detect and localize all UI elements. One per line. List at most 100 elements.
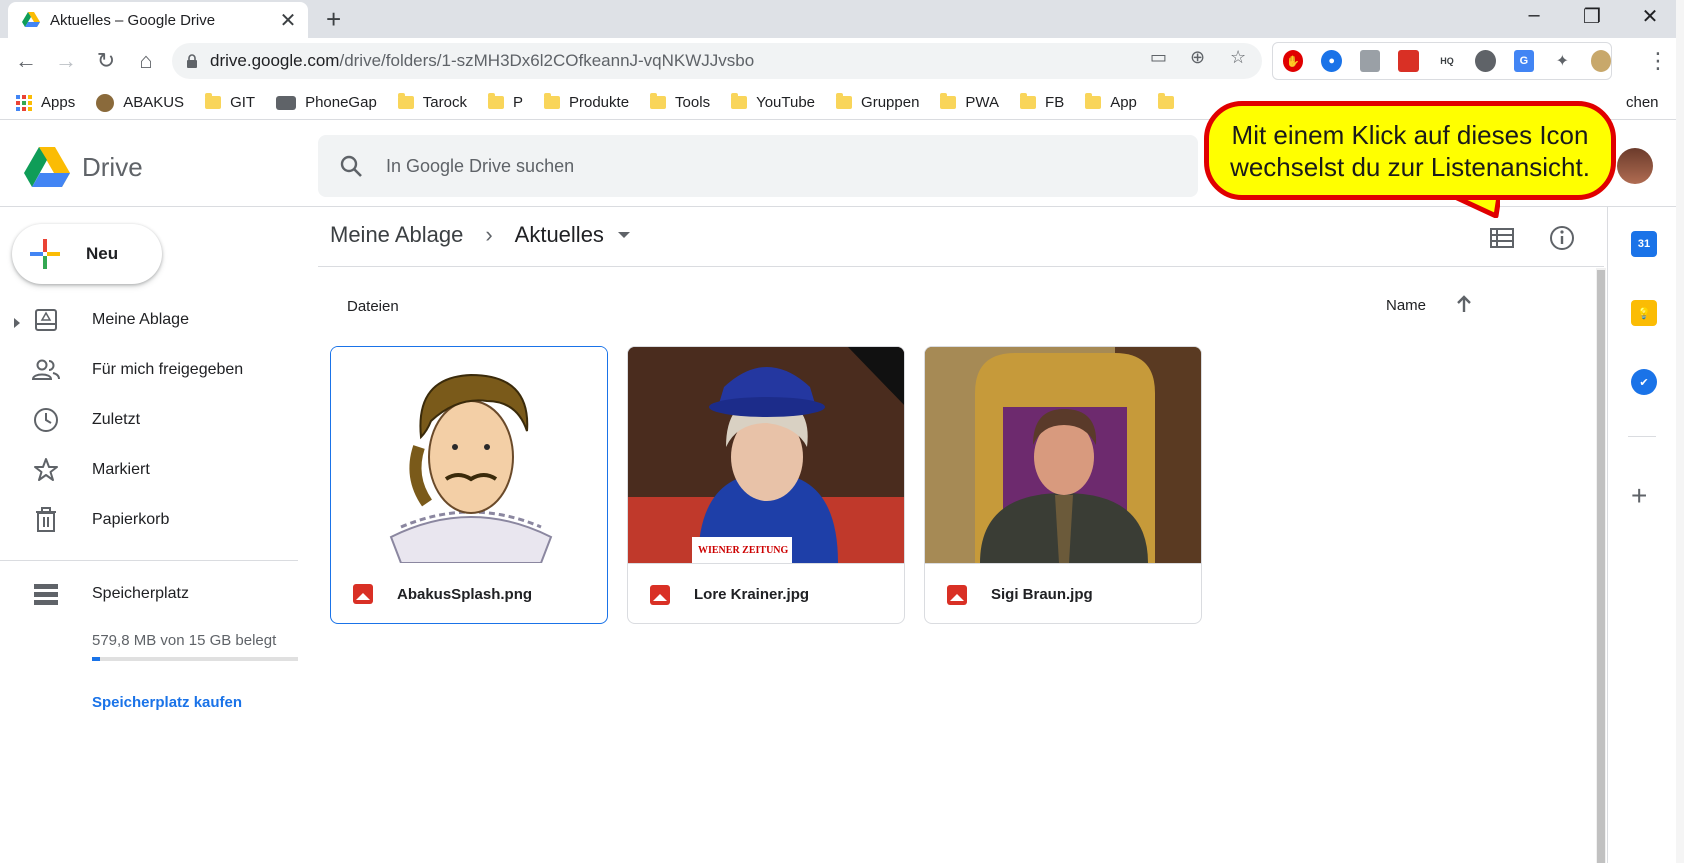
storage-progress-bar <box>92 657 298 661</box>
bookmark-fb[interactable]: FB <box>1020 93 1064 111</box>
file-card[interactable]: WIENER ZEITUNG Lore Krainer.jpg <box>627 346 905 624</box>
browser-menu-icon[interactable]: ⋮ <box>1644 48 1672 74</box>
file-thumbnail-sigi <box>925 347 1201 563</box>
drive-logo-icon <box>24 147 70 187</box>
folder-menu-caret-icon[interactable] <box>617 232 630 238</box>
new-button[interactable]: Neu <box>12 224 162 284</box>
image-file-icon <box>353 584 373 604</box>
tasks-app-icon[interactable]: ✔ <box>1631 369 1657 395</box>
image-file-icon <box>947 584 967 605</box>
keep-app-icon[interactable]: 💡 <box>1631 300 1657 326</box>
cast-icon[interactable]: ▭ <box>1150 47 1167 68</box>
back-icon[interactable]: ← <box>12 48 40 74</box>
search-input[interactable] <box>386 155 1198 177</box>
home-icon[interactable]: ⌂ <box>132 48 160 74</box>
list-view-button[interactable] <box>1488 224 1516 252</box>
my-drive-icon <box>32 306 60 334</box>
drive-logo[interactable]: Drive <box>24 147 143 187</box>
bookmark-abakus[interactable]: ABAKUS <box>96 93 185 112</box>
bookmark-label: App <box>1110 94 1137 111</box>
abakus-icon <box>96 93 115 112</box>
browser-toolbar: ← → ↻ ⌂ drive.google.com/drive/folders/1… <box>0 38 1684 86</box>
gray-extension-icon[interactable] <box>1475 50 1496 72</box>
reload-icon[interactable]: ↻ <box>92 48 120 74</box>
breadcrumb-current[interactable]: Aktuelles <box>515 222 604 248</box>
bookmark-overflow-text[interactable]: chen <box>1626 94 1659 111</box>
minimize-icon[interactable]: – <box>1514 4 1554 27</box>
forward-icon[interactable]: → <box>52 48 80 74</box>
bookmark-git[interactable]: GIT <box>205 93 256 111</box>
file-card[interactable]: Sigi Braun.jpg <box>924 346 1202 624</box>
trash-icon <box>32 506 60 534</box>
bookmark-label: GIT <box>230 94 256 111</box>
clock-icon <box>32 406 60 434</box>
folder-icon <box>731 93 748 109</box>
sidebar-item-starred[interactable]: Markiert <box>0 446 296 494</box>
bookmark-tools[interactable]: Tools <box>650 93 710 111</box>
browser-tab[interactable]: Aktuelles – Google Drive ✕ <box>8 2 308 38</box>
sort-by-name[interactable]: Name <box>1386 297 1426 314</box>
puzzle-extensions-icon[interactable]: ✦ <box>1552 50 1573 72</box>
cube-extension-icon[interactable] <box>1359 50 1381 72</box>
info-button[interactable] <box>1548 224 1576 252</box>
sidebar-item-storage[interactable]: Speicherplatz <box>0 570 296 618</box>
sidebar-item-trash[interactable]: Papierkorb <box>0 496 296 544</box>
adblock-extension-icon[interactable]: ✋ <box>1283 50 1304 72</box>
search-icon[interactable] <box>340 155 362 177</box>
main-scrollbar[interactable] <box>1597 270 1605 863</box>
url-host: drive.google.com <box>210 51 340 70</box>
bookmark-folder-partial[interactable] <box>1157 93 1174 109</box>
zoom-icon[interactable]: ⊕ <box>1190 47 1205 68</box>
search-bar[interactable] <box>318 135 1508 197</box>
cloudhq-extension-icon[interactable]: HQ <box>1436 50 1458 72</box>
lock-icon <box>187 54 197 68</box>
bookmark-app[interactable]: App <box>1085 93 1137 111</box>
close-window-icon[interactable]: ✕ <box>1630 4 1670 29</box>
file-card[interactable]: AbakusSplash.png <box>330 346 608 624</box>
new-button-label: Neu <box>86 244 119 263</box>
new-tab-button[interactable]: + <box>326 4 341 35</box>
buy-storage-link[interactable]: Speicherplatz kaufen <box>92 694 242 711</box>
bookmark-star-icon[interactable]: ☆ <box>1230 47 1246 68</box>
breadcrumb-root[interactable]: Meine Ablage <box>330 222 463 248</box>
sidebar-item-label: Papierkorb <box>92 511 170 528</box>
sidebar-item-recent[interactable]: Zuletzt <box>0 396 296 444</box>
close-tab-icon[interactable]: ✕ <box>278 8 298 33</box>
sidebar-item-label: Meine Ablage <box>92 311 189 328</box>
profile-extension-icon[interactable]: ● <box>1321 50 1342 72</box>
folder-icon <box>836 93 853 109</box>
shared-icon <box>32 356 60 384</box>
bookmark-p[interactable]: P <box>487 93 523 111</box>
profile-avatar-icon[interactable] <box>1590 50 1611 72</box>
callout-line-1: Mit einem Klick auf dieses Icon <box>1231 119 1589 150</box>
sidebar-item-label: Zuletzt <box>92 411 141 428</box>
account-avatar[interactable] <box>1617 148 1653 184</box>
main-divider <box>318 266 1604 267</box>
sidebar-item-shared[interactable]: Für mich freigegeben <box>0 346 296 394</box>
storage-icon <box>32 580 60 608</box>
bookmark-label: ABAKUS <box>123 94 185 111</box>
sidebar-item-my-drive[interactable]: Meine Ablage <box>0 296 296 344</box>
sort-arrow-up-icon[interactable] <box>1452 292 1476 316</box>
bookmark-produkte[interactable]: Produkte <box>544 93 629 111</box>
bookmark-phonegap[interactable]: PhoneGap <box>276 94 377 111</box>
bookmark-youtube[interactable]: YouTube <box>731 93 815 111</box>
drive-logo-text: Drive <box>82 151 143 182</box>
bookmark-apps[interactable]: Apps <box>16 94 75 111</box>
bookmark-tarock[interactable]: Tarock <box>397 93 467 111</box>
add-addon-icon[interactable]: + <box>1631 480 1647 512</box>
list-view-icon <box>1490 228 1514 248</box>
file-thumbnail-abakus <box>331 347 607 563</box>
calendar-app-icon[interactable]: 31 <box>1631 231 1657 257</box>
pdf-extension-icon[interactable] <box>1398 50 1419 72</box>
sidebar-divider <box>0 560 298 561</box>
thumbnail-newspaper-text: WIENER ZEITUNG <box>698 545 789 556</box>
translate-extension-icon[interactable]: G <box>1513 50 1535 72</box>
window-scrollbar[interactable] <box>1676 0 1684 863</box>
restore-icon[interactable]: ❐ <box>1572 4 1612 29</box>
address-bar[interactable]: drive.google.com/drive/folders/1-szMH3Dx… <box>172 43 1262 79</box>
bookmark-gruppen[interactable]: Gruppen <box>836 93 919 111</box>
bookmark-pwa[interactable]: PWA <box>940 93 999 111</box>
chevron-right-icon: › <box>485 222 493 247</box>
callout-bubble: Mit einem Klick auf dieses Icon wechsels… <box>1204 101 1616 200</box>
